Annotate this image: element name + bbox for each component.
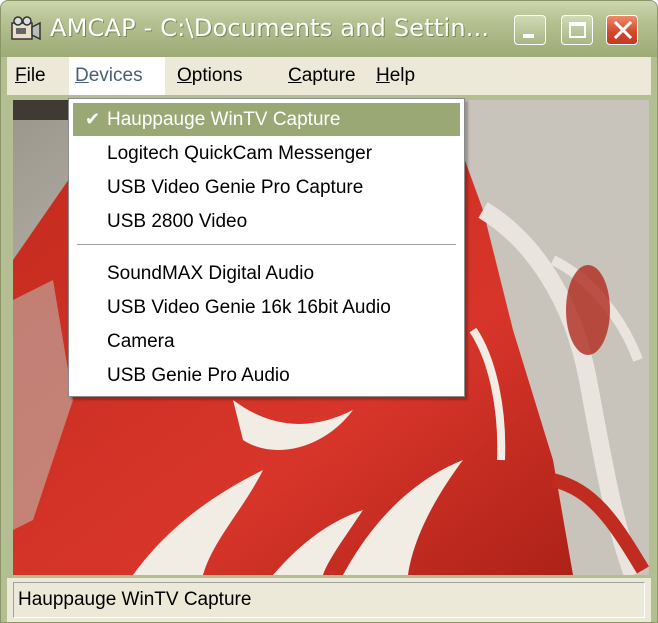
- maximize-icon: [569, 22, 586, 38]
- window-title: AMCAP - C:\Documents and Settin...: [50, 14, 490, 42]
- minimize-icon: [523, 34, 534, 38]
- close-button[interactable]: [606, 15, 638, 45]
- menu-separator: [77, 244, 456, 246]
- menu-bar: File Devices Options Capture Help: [7, 57, 651, 95]
- device-item-video[interactable]: ✔ Hauppauge WinTV Capture: [73, 103, 460, 136]
- status-text: Hauppauge WinTV Capture: [13, 582, 645, 618]
- amcap-window: AMCAP - C:\Documents and Settin... File …: [0, 0, 658, 623]
- minimize-button[interactable]: [514, 15, 546, 45]
- menu-capture[interactable]: Capture: [282, 57, 362, 95]
- menu-help[interactable]: Help: [370, 57, 421, 95]
- maximize-button[interactable]: [561, 15, 593, 45]
- device-item-video[interactable]: USB 2800 Video: [73, 205, 460, 238]
- menu-options[interactable]: Options: [171, 57, 248, 95]
- menu-file[interactable]: File: [9, 57, 52, 95]
- menu-devices[interactable]: Devices: [69, 57, 165, 95]
- close-icon: [613, 20, 633, 40]
- devices-dropdown-menu: ✔ Hauppauge WinTV Capture Logitech Quick…: [68, 98, 465, 397]
- title-bar[interactable]: AMCAP - C:\Documents and Settin...: [1, 1, 657, 57]
- checkmark-icon: ✔: [85, 109, 101, 129]
- device-item-audio[interactable]: USB Video Genie 16k 16bit Audio: [73, 291, 460, 324]
- device-item-audio[interactable]: Camera: [73, 325, 460, 358]
- device-item-video[interactable]: USB Video Genie Pro Capture: [73, 171, 460, 204]
- device-item-audio[interactable]: SoundMAX Digital Audio: [73, 257, 460, 290]
- camera-app-icon: [11, 16, 41, 41]
- device-item-video[interactable]: Logitech QuickCam Messenger: [73, 137, 460, 170]
- device-item-audio[interactable]: USB Genie Pro Audio: [73, 359, 460, 392]
- status-bar: Hauppauge WinTV Capture: [7, 578, 651, 622]
